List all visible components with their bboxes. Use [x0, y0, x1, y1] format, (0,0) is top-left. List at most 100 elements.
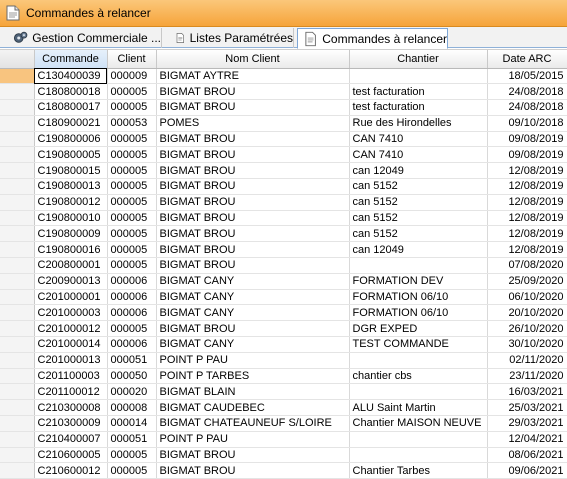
cell-client[interactable]: 000005	[107, 462, 157, 479]
table-row[interactable]: C210600012 000005 BIGMAT BROU Chantier Tarb…	[0, 462, 567, 479]
cell-client[interactable]: 000005	[107, 162, 157, 180]
cell-date-arc[interactable]: 09/10/2018	[487, 115, 567, 132]
cell-client[interactable]: 000051	[107, 352, 157, 369]
table-row[interactable]: C201000013 000051 POINT P PAU 02/11/2020	[0, 352, 567, 369]
cell-chantier[interactable]: DGR EXPED	[349, 320, 488, 338]
cell-commande[interactable]: C190800006	[34, 131, 108, 148]
column-header-chantier[interactable]: Chantier	[349, 50, 488, 69]
cell-chantier[interactable]: FORMATION 06/10	[349, 289, 488, 306]
cell-date-arc[interactable]: 06/10/2020	[487, 289, 567, 306]
cell-date-arc[interactable]: 12/08/2019	[487, 241, 567, 259]
cell-nom-client[interactable]: BIGMAT BROU	[156, 447, 350, 464]
cell-commande[interactable]: C200800001	[34, 257, 108, 274]
cell-commande[interactable]: C190800012	[34, 194, 108, 211]
row-header[interactable]	[0, 225, 35, 243]
cell-commande[interactable]: C201100003	[34, 368, 108, 385]
cell-date-arc[interactable]: 26/10/2020	[487, 320, 567, 338]
cell-date-arc[interactable]: 09/06/2021	[487, 462, 567, 479]
cell-commande[interactable]: C190800015	[34, 162, 108, 180]
cell-commande[interactable]: C210300009	[34, 415, 108, 432]
cell-date-arc[interactable]: 12/04/2021	[487, 431, 567, 448]
cell-chantier[interactable]	[349, 447, 488, 464]
row-header-corner[interactable]	[0, 50, 35, 69]
cell-date-arc[interactable]: 24/08/2018	[487, 99, 567, 116]
cell-date-arc[interactable]: 07/08/2020	[487, 257, 567, 274]
orders-grid[interactable]: Commande Client Nom Client Chantier Date…	[0, 49, 567, 479]
cell-client[interactable]: 000006	[107, 289, 157, 306]
cell-client[interactable]: 000005	[107, 83, 157, 101]
cell-commande[interactable]: C201000001	[34, 289, 108, 306]
cell-client[interactable]: 000005	[107, 194, 157, 211]
row-header[interactable]	[0, 383, 35, 401]
column-header-commande[interactable]: Commande	[34, 50, 108, 69]
cell-commande[interactable]: C201000013	[34, 352, 108, 369]
cell-commande[interactable]: C130400039	[34, 68, 108, 85]
cell-client[interactable]: 000005	[107, 257, 157, 274]
cell-date-arc[interactable]: 12/08/2019	[487, 178, 567, 195]
cell-date-arc[interactable]: 09/08/2019	[487, 146, 567, 164]
cell-commande[interactable]: C180900021	[34, 115, 108, 132]
row-header[interactable]	[0, 399, 35, 417]
cell-nom-client[interactable]: BIGMAT CANY	[156, 336, 350, 353]
cell-nom-client[interactable]: BIGMAT BROU	[156, 146, 350, 164]
cell-chantier[interactable]: TEST COMMANDE	[349, 336, 488, 353]
cell-commande[interactable]: C200900013	[34, 273, 108, 290]
row-header[interactable]	[0, 146, 35, 164]
cell-commande[interactable]: C210400007	[34, 431, 108, 448]
row-header[interactable]	[0, 336, 35, 353]
cell-nom-client[interactable]: BIGMAT BROU	[156, 162, 350, 180]
cell-client[interactable]: 000005	[107, 447, 157, 464]
table-row[interactable]: C180900021 000053 POMES Rue des Hirondelles…	[0, 115, 567, 132]
row-header[interactable]	[0, 241, 35, 259]
table-row[interactable]: C190800013 000005 BIGMAT BROU can 5152 12/08…	[0, 178, 567, 195]
cell-chantier[interactable]: Rue des Hirondelles	[349, 115, 488, 132]
cell-chantier[interactable]	[349, 431, 488, 448]
cell-date-arc[interactable]: 09/08/2019	[487, 131, 567, 148]
row-header[interactable]	[0, 68, 35, 85]
cell-date-arc[interactable]: 20/10/2020	[487, 304, 567, 322]
cell-nom-client[interactable]: POINT P TARBES	[156, 368, 350, 385]
cell-client[interactable]: 000014	[107, 415, 157, 432]
cell-date-arc[interactable]: 12/08/2019	[487, 194, 567, 211]
cell-client[interactable]: 000005	[107, 146, 157, 164]
cell-client[interactable]: 000005	[107, 178, 157, 195]
cell-chantier[interactable]: can 5152	[349, 210, 488, 227]
cell-commande[interactable]: C210300008	[34, 399, 108, 417]
cell-date-arc[interactable]: 08/06/2021	[487, 447, 567, 464]
tab-listes-parametrees[interactable]: Listes Paramétrées	[170, 28, 294, 48]
cell-client[interactable]: 000005	[107, 210, 157, 227]
cell-chantier[interactable]: can 12049	[349, 162, 488, 180]
cell-client[interactable]: 000050	[107, 368, 157, 385]
column-header-nom-client[interactable]: Nom Client	[156, 50, 350, 69]
cell-date-arc[interactable]: 23/11/2020	[487, 368, 567, 385]
row-header[interactable]	[0, 462, 35, 479]
cell-client[interactable]: 000009	[107, 68, 157, 85]
cell-commande[interactable]: C190800016	[34, 241, 108, 259]
cell-commande[interactable]: C201000014	[34, 336, 108, 353]
cell-client[interactable]: 000053	[107, 115, 157, 132]
table-row[interactable]: C200900013 000006 BIGMAT CANY FORMATION DEV…	[0, 273, 567, 290]
cell-chantier[interactable]: can 5152	[349, 225, 488, 243]
table-row[interactable]: C210300008 000008 BIGMAT CAUDEBEC ALU Saint…	[0, 399, 567, 417]
table-row[interactable]: C190800016 000005 BIGMAT BROU can 12049 12/0…	[0, 241, 567, 259]
cell-commande[interactable]: C201000012	[34, 320, 108, 338]
cell-chantier[interactable]	[349, 352, 488, 369]
table-row[interactable]: C210400007 000051 POINT P PAU 12/04/2021	[0, 431, 567, 448]
cell-date-arc[interactable]: 25/09/2020	[487, 273, 567, 290]
cell-commande[interactable]: C180800017	[34, 99, 108, 116]
table-row[interactable]: C190800015 000005 BIGMAT BROU can 12049 12/0…	[0, 162, 567, 180]
cell-chantier[interactable]: Chantier MAISON NEUVE	[349, 415, 488, 432]
cell-chantier[interactable]	[349, 257, 488, 274]
table-row[interactable]: C210300009 000014 BIGMAT CHATEAUNEUF S/LOI…	[0, 415, 567, 432]
cell-nom-client[interactable]: POINT P PAU	[156, 431, 350, 448]
row-header[interactable]	[0, 131, 35, 148]
cell-chantier[interactable]: Chantier Tarbes	[349, 462, 488, 479]
cell-client[interactable]: 000005	[107, 225, 157, 243]
cell-nom-client[interactable]: POINT P PAU	[156, 352, 350, 369]
table-row[interactable]: C200800001 000005 BIGMAT BROU 07/08/2020	[0, 257, 567, 274]
cell-date-arc[interactable]: 24/08/2018	[487, 83, 567, 101]
cell-date-arc[interactable]: 18/05/2015	[487, 68, 567, 85]
tab-gestion-commerciale[interactable]: Gestion Commerciale ...	[8, 28, 162, 48]
table-row[interactable]: C190800005 000005 BIGMAT BROU CAN 7410 09/08…	[0, 146, 567, 164]
cell-client[interactable]: 000005	[107, 320, 157, 338]
